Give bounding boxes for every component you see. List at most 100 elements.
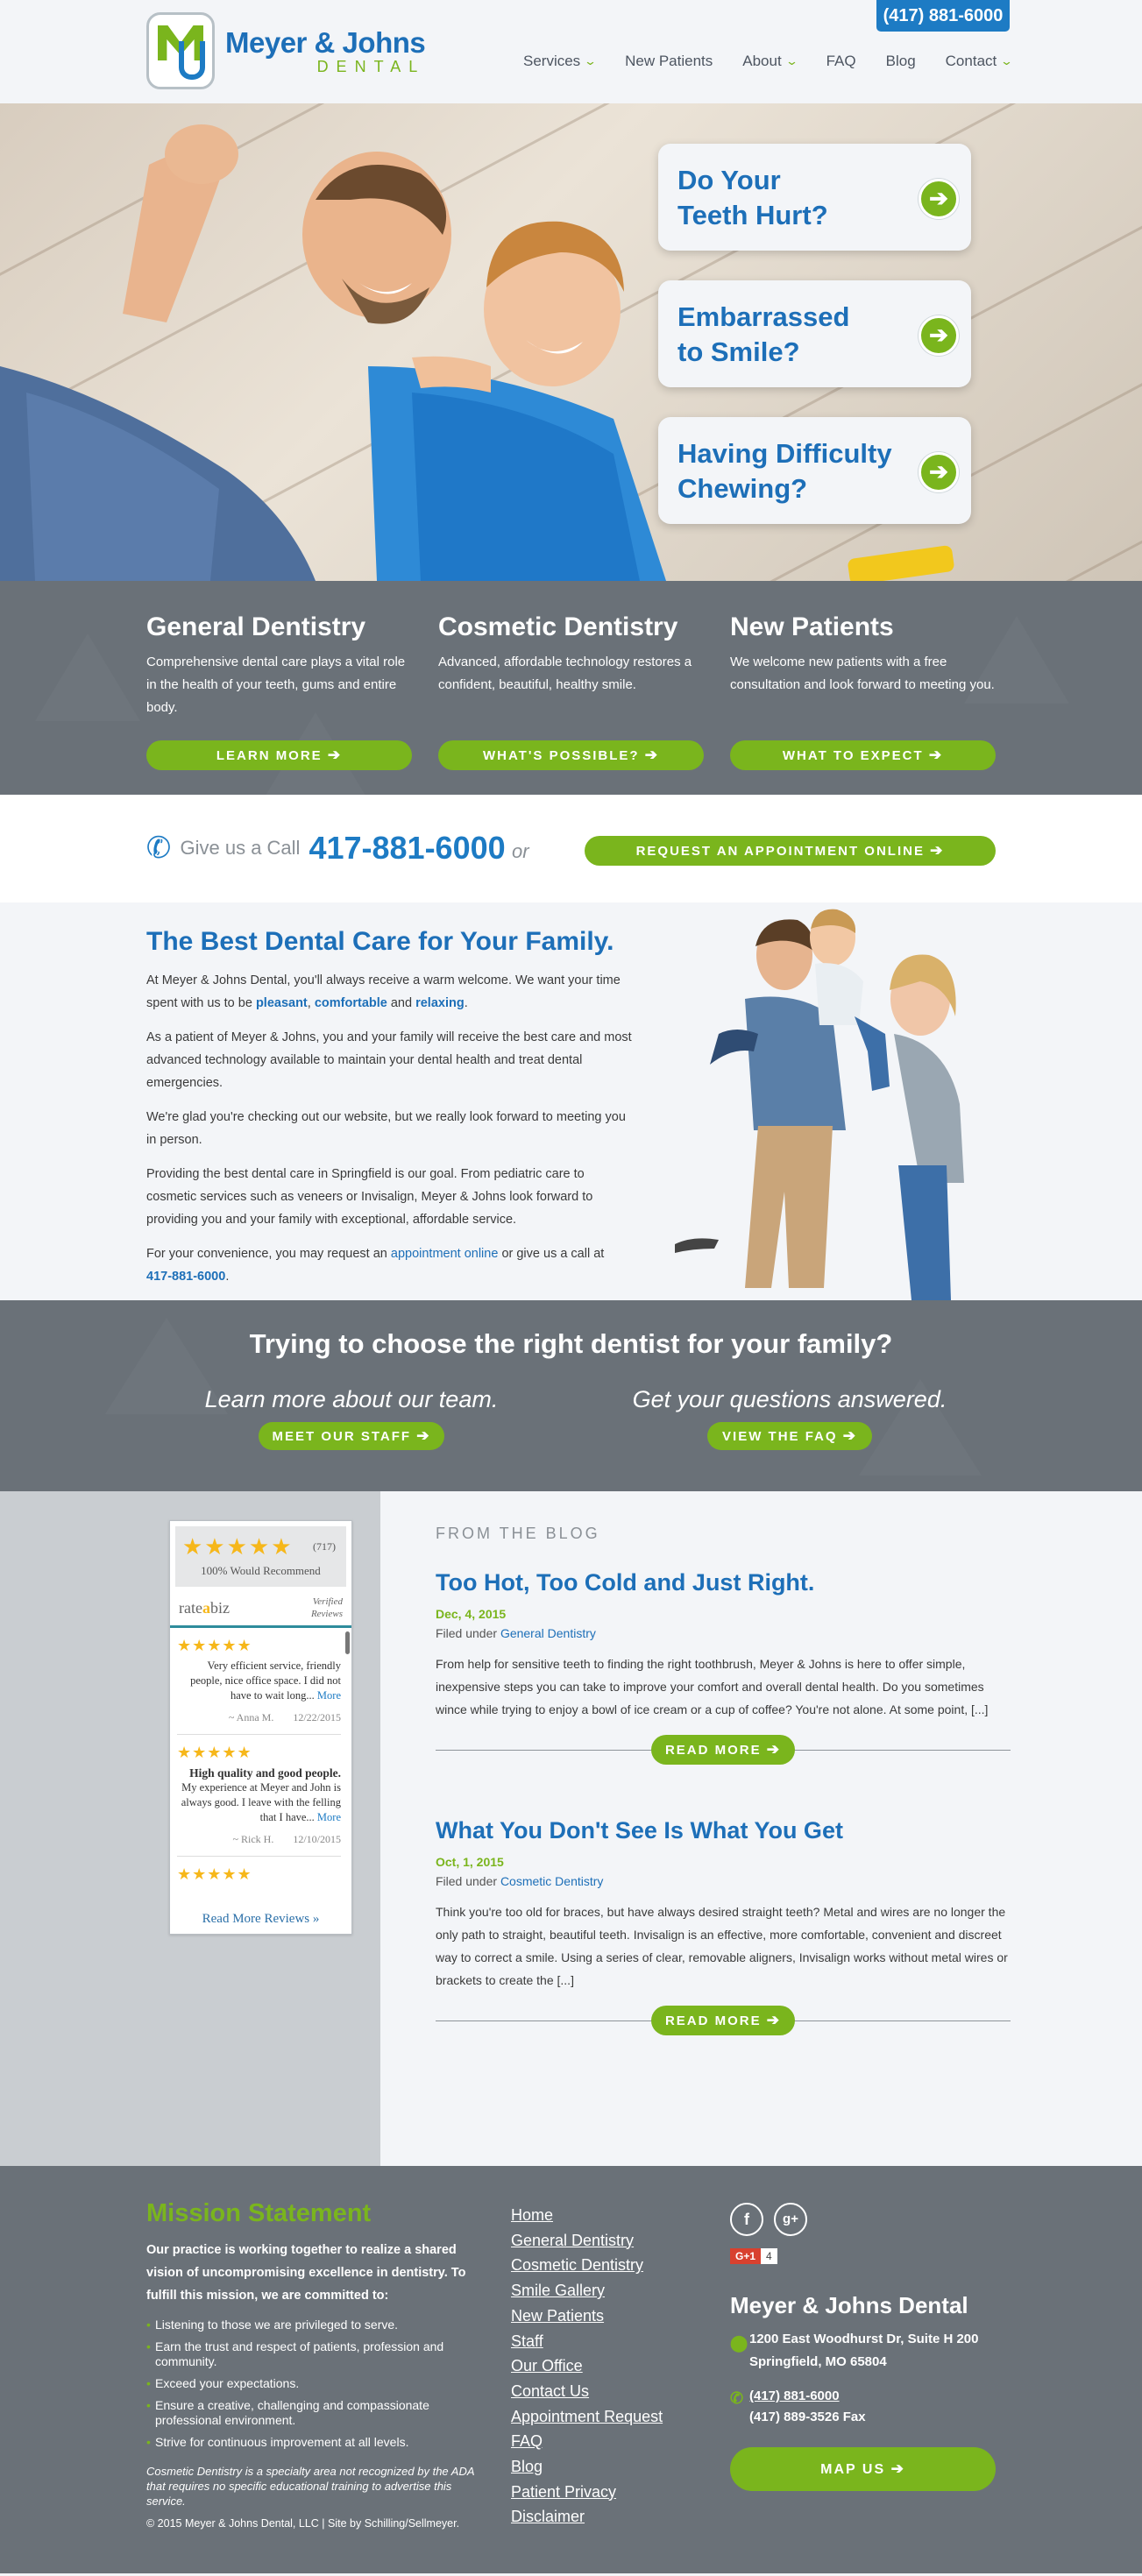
review-count: (717) xyxy=(313,1540,336,1553)
post-title-link[interactable]: What You Don't See Is What You Get xyxy=(436,1817,1011,1844)
footer-phones: ✆ (417) 881-6000 (417) 889-3526 Fax xyxy=(730,2386,996,2428)
blog-feed: FROM THE BLOG Too Hot, Too Cold and Just… xyxy=(436,1525,1011,2035)
service-title: New Patients xyxy=(730,612,894,641)
mission-intro: Our practice is working together to real… xyxy=(146,2243,466,2303)
footer-link-contact-us[interactable]: Contact Us xyxy=(511,2379,663,2404)
main-nav: Services ⌄ New Patients About ⌄ FAQ Blog C… xyxy=(523,53,1041,70)
hero-card-embarrassed[interactable]: Embarrassed to Smile? ➔ xyxy=(658,280,971,387)
call-give-text: Give us a Call xyxy=(180,837,301,859)
footer-link-general-dentistry[interactable]: General Dentistry xyxy=(511,2228,663,2254)
verified-reviews: Verified Reviews xyxy=(310,1596,343,1619)
post-title-link[interactable]: Too Hot, Too Cold and Just Right. xyxy=(436,1569,1011,1596)
nav-contact[interactable]: Contact ⌄ xyxy=(946,53,1014,70)
post-date: Oct, 1, 2015 xyxy=(436,1855,504,1869)
footer-link-our-office[interactable]: Our Office xyxy=(511,2353,663,2379)
what-to-expect-button[interactable]: WHAT TO EXPECT ➔ xyxy=(730,740,996,770)
arrow-right-icon: ➔ xyxy=(416,1427,431,1444)
blog-post: What You Don't See Is What You Get Oct, … xyxy=(436,1817,1011,2035)
review-stars-icon: ★★★★★ xyxy=(177,1744,252,1762)
footer-link-patient-privacy[interactable]: Patient Privacy xyxy=(511,2480,663,2505)
review-stars-icon: ★★★★★ xyxy=(177,1865,252,1884)
review-item: ★★★★★ High quality and good people. My e… xyxy=(177,1735,341,1857)
header-phone-button[interactable]: (417) 881-6000 xyxy=(876,0,1010,32)
footer-contact: f g+ G+1 4 Meyer & Johns Dental ⬤ 1200 Ea… xyxy=(730,2203,996,2491)
service-cosmetic: Cosmetic Dentistry Advanced, affordable … xyxy=(438,612,704,770)
rateabiz-logo[interactable]: rateabiz xyxy=(179,1599,230,1617)
post-excerpt: From help for sensitive teeth to finding… xyxy=(436,1657,989,1716)
nav-faq[interactable]: FAQ xyxy=(826,53,856,70)
appointment-online-link[interactable]: appointment online xyxy=(391,1247,499,1261)
copyright: © 2015 Meyer & Johns Dental, LLC | Site … xyxy=(146,2517,460,2530)
read-more-reviews-link[interactable]: Read More Reviews » xyxy=(170,1908,351,1934)
scrollbar-thumb[interactable] xyxy=(345,1631,350,1654)
footer-link-cosmetic-dentistry[interactable]: Cosmetic Dentistry xyxy=(511,2253,663,2278)
footer-link-smile-gallery[interactable]: Smile Gallery xyxy=(511,2278,663,2304)
nav-blog[interactable]: Blog xyxy=(886,53,916,70)
post-category: Filed under Cosmetic Dentistry xyxy=(436,1874,604,1888)
logo[interactable]: Meyer & Johns DENTAL xyxy=(146,12,426,89)
reviews-panel: ★★★★★ (717) 100% Would Recommend rateabi… xyxy=(0,1491,380,2166)
about-phone-link[interactable]: 417-881-6000 xyxy=(146,1270,225,1284)
footer-link-disclaimer[interactable]: Disclaimer xyxy=(511,2504,663,2530)
call-or: or xyxy=(512,840,529,862)
site-header: Meyer & Johns DENTAL (417) 881-6000 Serv… xyxy=(0,0,1142,103)
whats-possible-button[interactable]: WHAT'S POSSIBLE? ➔ xyxy=(438,740,704,770)
call-phone-link[interactable]: 417-881-6000 xyxy=(309,830,505,867)
choose-faq-label: Get your questions answered. xyxy=(632,1386,947,1412)
site-footer: Mission Statement Our practice is workin… xyxy=(0,2166,1142,2573)
hero-card-chewing[interactable]: Having Difficulty Chewing? ➔ xyxy=(658,417,971,524)
footer-link-home[interactable]: Home xyxy=(511,2203,663,2228)
arrow-right-icon: ➔ xyxy=(919,315,959,356)
learn-more-button[interactable]: LEARN MORE ➔ xyxy=(146,740,412,770)
footer-phone-link[interactable]: (417) 881-6000 xyxy=(749,2386,996,2407)
review-more-link[interactable]: More xyxy=(317,1811,341,1823)
review-more-link[interactable]: More xyxy=(317,1689,341,1702)
about-paragraph: For your convenience, you may request an… xyxy=(146,1247,605,1284)
footer-link-faq[interactable]: FAQ xyxy=(511,2429,663,2454)
hero: Do Your Teeth Hurt? ➔ Embarrassed to Smile… xyxy=(0,103,1142,581)
facebook-icon[interactable]: f xyxy=(730,2203,763,2236)
choose-dentist-band: Trying to choose the right dentist for y… xyxy=(0,1300,1142,1491)
service-desc: We welcome new patients with a free cons… xyxy=(730,655,995,692)
about-paragraph: As a patient of Meyer & Johns, you and y… xyxy=(146,1030,632,1090)
read-more-button[interactable]: READ MORE ➔ xyxy=(651,1735,795,1765)
google-plus-one-button[interactable]: G+1 4 xyxy=(730,2248,996,2264)
footer-link-blog[interactable]: Blog xyxy=(511,2454,663,2480)
brand-name: Meyer & Johns xyxy=(225,25,426,59)
chevron-down-icon: ⌄ xyxy=(784,54,798,67)
mission-list: Listening to those we are privileged to … xyxy=(146,2318,479,2450)
choose-title: Trying to choose the right dentist for y… xyxy=(249,1328,893,1359)
arrow-right-icon: ➔ xyxy=(890,2460,905,2477)
reviews-scroll-area[interactable]: ★★★★★ Very efficient service, friendly p… xyxy=(170,1628,351,1908)
footer-link-new-patients[interactable]: New Patients xyxy=(511,2304,663,2329)
footer-link-staff[interactable]: Staff xyxy=(511,2329,663,2354)
map-us-button[interactable]: MAP US ➔ xyxy=(730,2447,996,2491)
phone-icon: ✆ xyxy=(143,829,174,867)
relaxing-link[interactable]: relaxing xyxy=(415,996,465,1010)
comfortable-link[interactable]: comfortable xyxy=(315,996,387,1010)
read-more-button[interactable]: READ MORE ➔ xyxy=(651,2006,795,2035)
pleasant-link[interactable]: pleasant xyxy=(256,996,308,1010)
hero-card-teeth-hurt[interactable]: Do Your Teeth Hurt? ➔ xyxy=(658,144,971,251)
mission-item: Exceed your expectations. xyxy=(146,2376,479,2391)
blog-heading: FROM THE BLOG xyxy=(436,1525,600,1542)
service-new-patients: New Patients We welcome new patients wit… xyxy=(730,612,996,770)
toy-car-image xyxy=(847,544,955,581)
about-section: The Best Dental Care for Your Family. At… xyxy=(0,902,1142,1300)
arrow-right-icon: ➔ xyxy=(327,747,343,763)
hero-photo-father-son xyxy=(0,124,666,581)
request-appointment-button[interactable]: REQUEST AN APPOINTMENT ONLINE ➔ xyxy=(585,836,996,866)
meet-our-staff-button[interactable]: MEET OUR STAFF ➔ xyxy=(259,1422,444,1450)
view-the-faq-button[interactable]: VIEW THE FAQ ➔ xyxy=(707,1422,872,1450)
nav-about[interactable]: About ⌄ xyxy=(742,53,798,70)
category-link[interactable]: Cosmetic Dentistry xyxy=(500,1874,603,1888)
category-link[interactable]: General Dentistry xyxy=(500,1626,596,1640)
footer-link-appointment-request[interactable]: Appointment Request xyxy=(511,2404,663,2430)
choose-faq-col: Get your questions answered. VIEW THE FA… xyxy=(606,1386,974,1450)
nav-new-patients[interactable]: New Patients xyxy=(625,53,713,70)
arrow-right-icon: ➔ xyxy=(919,452,959,492)
choose-team-col: Learn more about our team. MEET OUR STAF… xyxy=(167,1386,536,1450)
about-paragraph: Providing the best dental care in Spring… xyxy=(146,1167,593,1227)
nav-services[interactable]: Services ⌄ xyxy=(523,53,597,70)
google-plus-icon[interactable]: g+ xyxy=(774,2203,807,2236)
